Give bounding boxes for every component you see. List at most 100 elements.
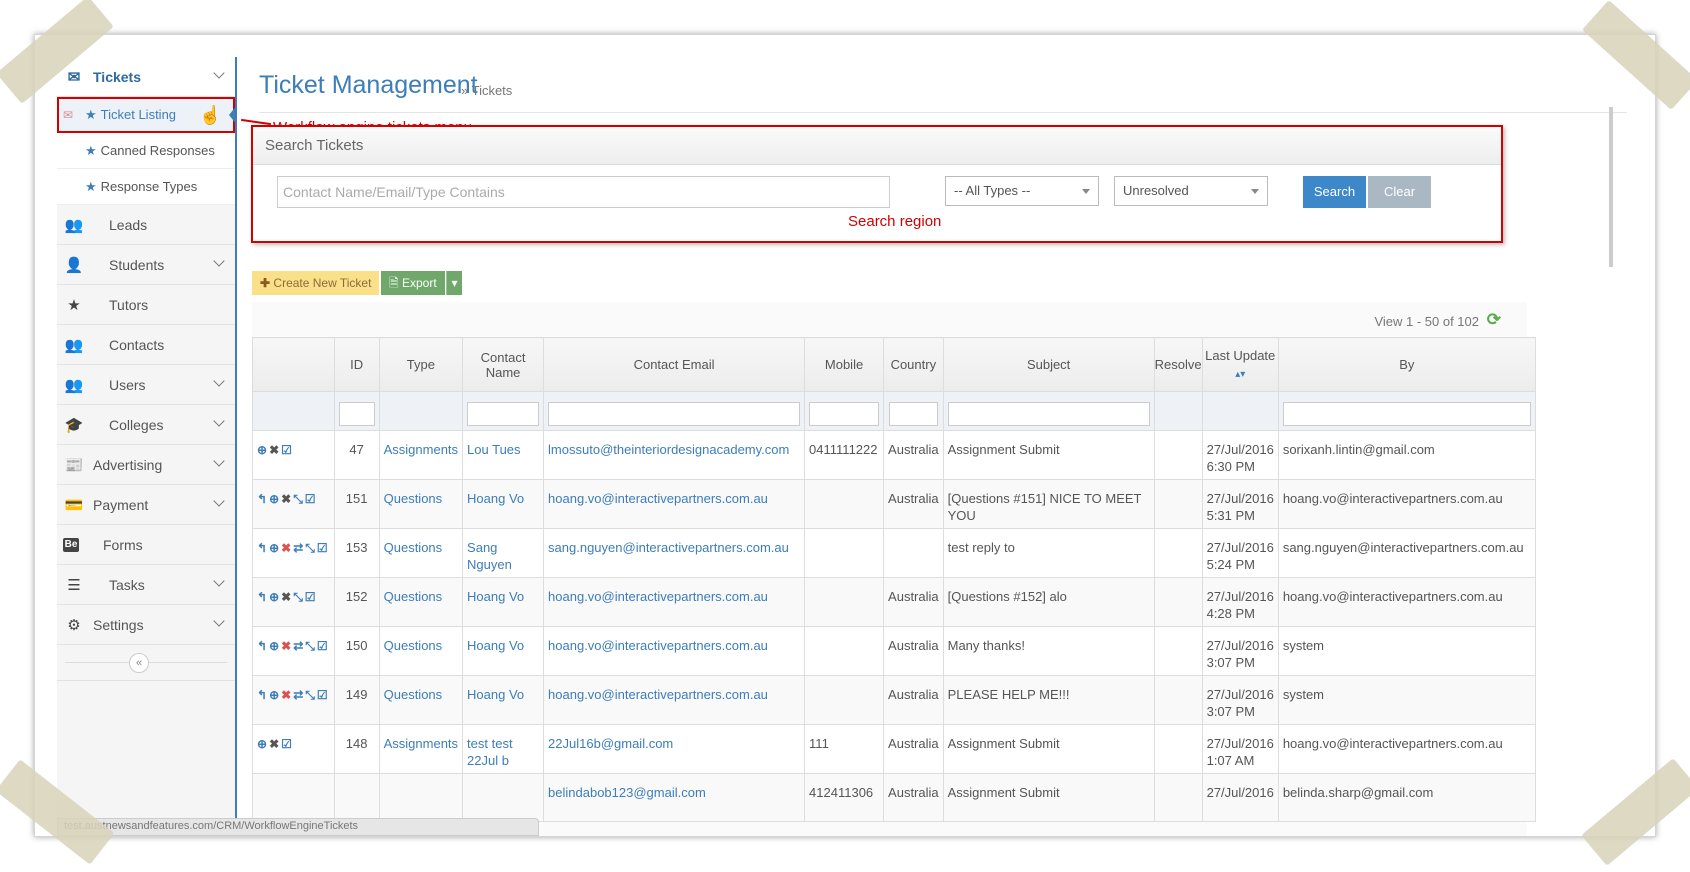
cell-type[interactable]: Questions	[378, 626, 464, 676]
reply-icon[interactable]: ↰	[257, 639, 267, 653]
sidebar-item-users[interactable]: 👥 Users	[57, 365, 235, 405]
filter-id-input[interactable]	[338, 402, 375, 426]
cell-contact-name[interactable]	[462, 773, 545, 822]
zoom-in-icon[interactable]: ⊕	[269, 688, 279, 702]
sidebar-item-payment[interactable]: 💳 Payment	[57, 485, 235, 525]
sidebar-item-tutors[interactable]: ★ Tutors	[57, 285, 235, 325]
cell-contact-name[interactable]: Hoang Vo	[462, 479, 545, 529]
merge-icon[interactable]: ⤡	[305, 639, 315, 653]
check-square-icon[interactable]: ☑	[317, 541, 328, 555]
column-header[interactable]: Resolve	[1153, 337, 1203, 392]
cell-contact-email[interactable]: belindabob123@gmail.com	[543, 773, 806, 822]
filter-subject-input[interactable]	[947, 402, 1150, 426]
type-select[interactable]: -- All Types --	[945, 176, 1099, 206]
reply-icon[interactable]: ↰	[257, 590, 267, 604]
sidebar-item-contacts[interactable]: 👥 Contacts	[57, 325, 235, 365]
transfer-icon[interactable]: ⇄	[293, 688, 303, 702]
cell-type[interactable]: Questions	[378, 675, 464, 725]
sidebar-subitem-canned-responses[interactable]: ★ Canned Responses	[57, 133, 235, 169]
cell-contact-name[interactable]: Hoang Vo	[462, 577, 545, 627]
cell-contact-email[interactable]: 22Jul16b@gmail.com	[543, 724, 806, 774]
column-header[interactable]: Contact Email	[543, 337, 806, 392]
transfer-icon[interactable]: ⇄	[293, 639, 303, 653]
column-header[interactable]: Contact Name	[462, 337, 545, 392]
merge-icon[interactable]: ⤡	[305, 541, 315, 555]
export-dropdown-button[interactable]: ▾	[446, 271, 462, 295]
close-icon[interactable]: ✖	[281, 590, 291, 604]
sidebar-item-tickets[interactable]: ✉ Tickets	[57, 57, 235, 97]
filter-country-input[interactable]	[888, 402, 938, 426]
zoom-in-icon[interactable]: ⊕	[269, 541, 279, 555]
close-icon[interactable]: ✖	[281, 688, 291, 702]
cell-contact-name[interactable]: Sang Nguyen	[462, 528, 545, 578]
close-icon[interactable]: ✖	[281, 639, 291, 653]
sidebar-item-forms[interactable]: Be Forms	[57, 525, 235, 565]
cell-type[interactable]: Assignments	[378, 430, 464, 480]
check-square-icon[interactable]: ☑	[305, 590, 316, 604]
filter-mobile-input[interactable]	[809, 402, 880, 426]
check-square-icon[interactable]: ☑	[317, 688, 328, 702]
cell-type[interactable]: Assignments	[378, 724, 464, 774]
merge-icon[interactable]: ⤡	[293, 590, 303, 604]
reply-icon[interactable]: ↰	[257, 541, 267, 555]
check-square-icon[interactable]: ☑	[305, 492, 316, 506]
create-new-ticket-button[interactable]: ✚ Create New Ticket	[252, 271, 380, 295]
check-square-icon[interactable]: ☑	[281, 737, 292, 751]
search-button[interactable]: Search	[1303, 176, 1366, 208]
cell-contact-email[interactable]: hoang.vo@interactivepartners.com.au	[543, 577, 806, 627]
column-header[interactable]: Mobile	[804, 337, 885, 392]
reply-icon[interactable]: ↰	[257, 688, 267, 702]
cell-contact-email[interactable]: hoang.vo@interactivepartners.com.au	[543, 479, 806, 529]
sidebar-subitem-response-types[interactable]: ★ Response Types	[57, 169, 235, 205]
cell-type[interactable]: Questions	[378, 528, 464, 578]
sidebar-item-tasks[interactable]: ☰ Tasks	[57, 565, 235, 605]
status-select[interactable]: Unresolved	[1114, 176, 1268, 206]
clear-button[interactable]: Clear	[1368, 176, 1431, 208]
sidebar-item-leads[interactable]: 👥 Leads	[57, 205, 235, 245]
column-header[interactable]: ID	[333, 337, 380, 392]
zoom-in-icon[interactable]: ⊕	[269, 492, 279, 506]
cell-contact-email[interactable]: hoang.vo@interactivepartners.com.au	[543, 626, 806, 676]
zoom-in-icon[interactable]: ⊕	[257, 443, 267, 457]
column-header[interactable]: Type	[378, 337, 464, 392]
zoom-in-icon[interactable]: ⊕	[269, 639, 279, 653]
cell-contact-email[interactable]: lmossuto@theinteriordesignacademy.com	[543, 430, 806, 480]
cell-type[interactable]: Questions	[378, 577, 464, 627]
close-icon[interactable]: ✖	[269, 737, 279, 751]
merge-icon[interactable]: ⤡	[305, 688, 315, 702]
sort-icon[interactable]: ▴▾	[1235, 369, 1245, 380]
close-icon[interactable]: ✖	[281, 492, 291, 506]
zoom-in-icon[interactable]: ⊕	[269, 590, 279, 604]
filter-by-input[interactable]	[1282, 402, 1531, 426]
refresh-icon[interactable]: ⟳	[1487, 310, 1501, 330]
filter-name-input[interactable]	[467, 402, 540, 426]
sidebar-item-settings[interactable]: ⚙ Settings	[57, 605, 235, 645]
cell-contact-name[interactable]: Hoang Vo	[462, 675, 545, 725]
sidebar-item-colleges[interactable]: 🎓 Colleges	[57, 405, 235, 445]
sidebar-item-advertising[interactable]: 📰 Advertising	[57, 445, 235, 485]
sidebar-item-students[interactable]: 👤 Students	[57, 245, 235, 285]
close-icon[interactable]: ✖	[269, 443, 279, 457]
cell-contact-name[interactable]: Hoang Vo	[462, 626, 545, 676]
transfer-icon[interactable]: ⇄	[293, 541, 303, 555]
check-square-icon[interactable]: ☑	[317, 639, 328, 653]
close-icon[interactable]: ✖	[281, 541, 291, 555]
cell-contact-name[interactable]: Lou Tues	[462, 430, 545, 480]
search-input[interactable]: Contact Name/Email/Type Contains	[277, 176, 890, 208]
merge-icon[interactable]: ⤡	[293, 492, 303, 506]
column-header[interactable]: Subject	[942, 337, 1155, 392]
filter-email-input[interactable]	[548, 402, 801, 426]
collapse-sidebar-button[interactable]: «	[129, 653, 149, 673]
page-scrollbar[interactable]	[1609, 107, 1613, 267]
cell-type[interactable]	[378, 773, 464, 822]
sidebar-subitem-ticket-listing[interactable]: ✉ ★ Ticket Listing ☝	[57, 97, 237, 133]
column-header[interactable]: Country	[883, 337, 944, 392]
cell-type[interactable]: Questions	[378, 479, 464, 529]
column-header[interactable]: Last Update ▴▾	[1201, 337, 1279, 392]
column-header[interactable]: By	[1277, 337, 1536, 392]
zoom-in-icon[interactable]: ⊕	[257, 737, 267, 751]
check-square-icon[interactable]: ☑	[281, 443, 292, 457]
export-button[interactable]: 🗎 Export	[381, 271, 445, 295]
reply-icon[interactable]: ↰	[257, 492, 267, 506]
cell-contact-email[interactable]: sang.nguyen@interactivepartners.com.au	[543, 528, 806, 578]
